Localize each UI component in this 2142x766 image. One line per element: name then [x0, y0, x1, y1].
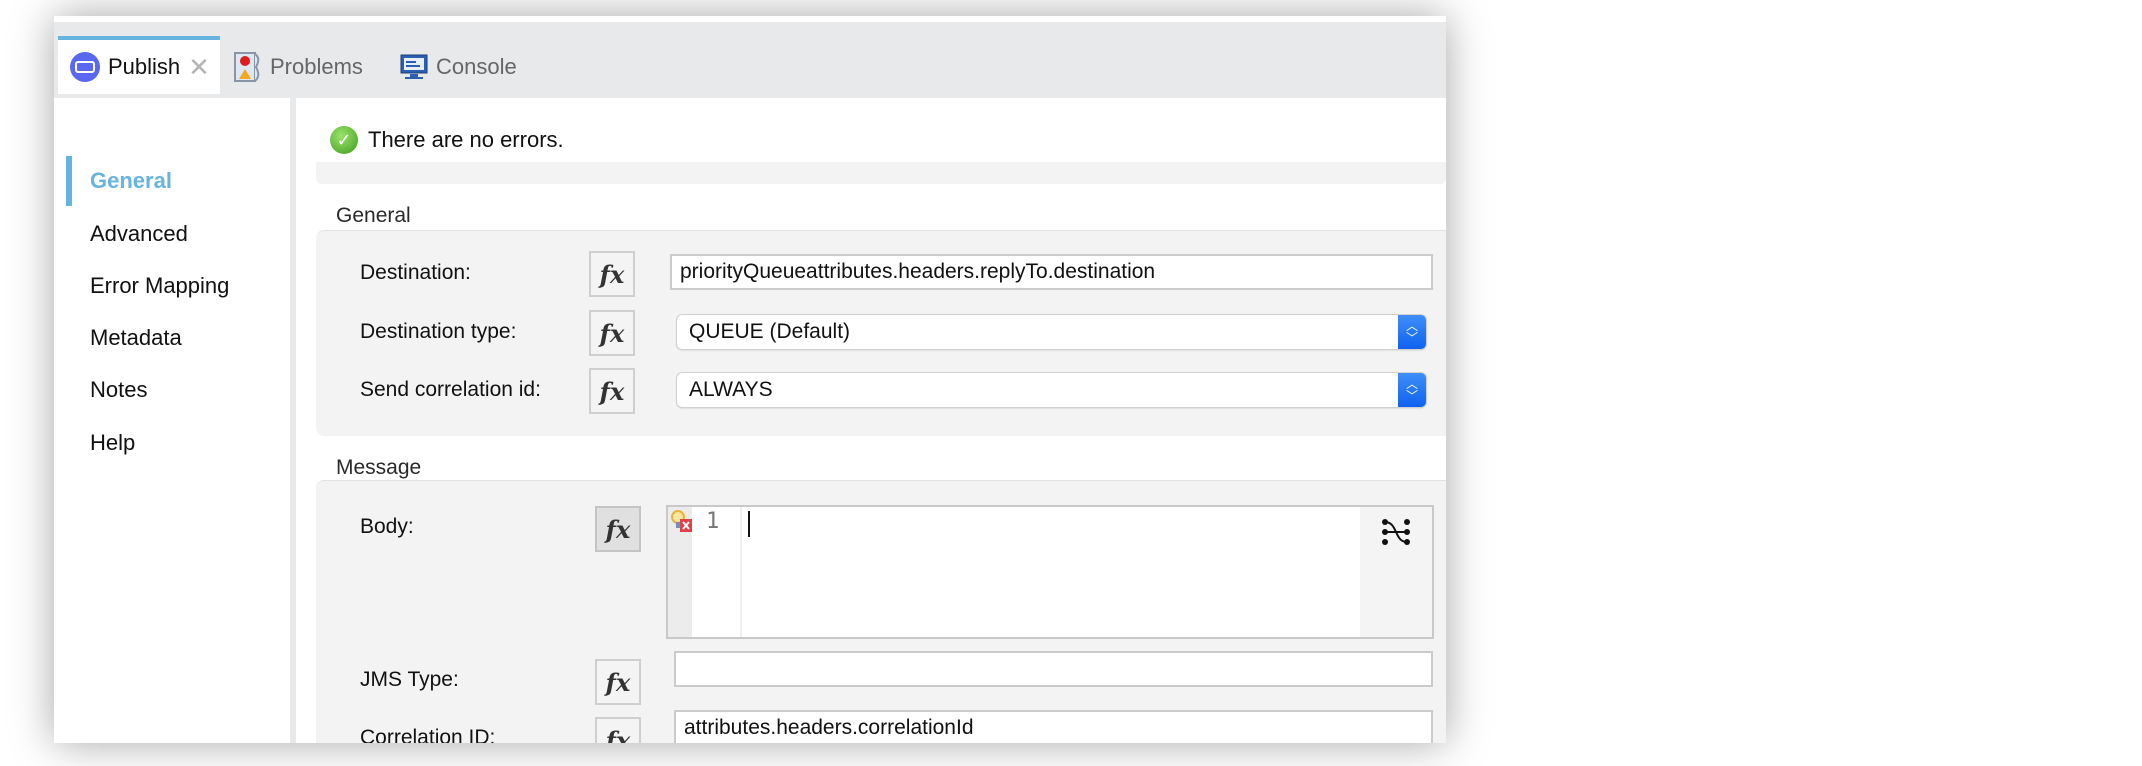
body-editor[interactable]: 1 [666, 505, 1434, 639]
send-correlation-id-select[interactable]: ALWAYS ︿ ﹀ [677, 373, 1426, 407]
nav-active-indicator [66, 156, 72, 206]
tab-console-label: Console [436, 54, 517, 79]
sidebar-item-help[interactable]: Help [90, 430, 135, 456]
body-fx-button[interactable]: fx [595, 506, 641, 552]
correlation-id-label: Correlation ID: [360, 726, 496, 743]
sidebar-item-notes[interactable]: Notes [90, 377, 147, 403]
tab-publish-label: Publish [108, 54, 181, 79]
tab-bar-top-strip [54, 16, 1446, 22]
message-group: Body: fx 1 JMS Type: fx Correlation ID: … [316, 480, 1446, 743]
destination-type-fx-button[interactable]: fx [589, 310, 635, 356]
destination-type-select[interactable]: QUEUE (Default) ︿ ﹀ [677, 315, 1426, 349]
send-correlation-id-label: Send correlation id: [360, 378, 541, 401]
destination-label: Destination: [360, 261, 471, 284]
section-title-message: Message [336, 456, 422, 479]
status-message: There are no errors. [368, 127, 564, 152]
destination-type-value: QUEUE (Default) [689, 320, 851, 343]
status-strip [316, 162, 1446, 184]
mapping-icon[interactable] [1378, 515, 1414, 551]
send-correlation-id-value: ALWAYS [689, 378, 773, 401]
sidebar-item-error-mapping[interactable]: Error Mapping [90, 273, 229, 299]
send-correlation-id-fx-button[interactable]: fx [589, 368, 635, 414]
tab-console[interactable]: Console [400, 36, 517, 98]
jms-type-input[interactable] [674, 651, 1433, 687]
console-icon [400, 54, 428, 79]
check-circle-icon: ✓ [330, 126, 358, 154]
section-title-general: General [336, 204, 411, 227]
publish-properties-window: Publish ✕ Problems Console General Advan… [54, 16, 1446, 743]
tab-problems-label: Problems [270, 54, 363, 79]
general-group: Destination: fx priorityQueueattributes.… [316, 230, 1446, 436]
destination-fx-button[interactable]: fx [589, 251, 635, 297]
body-label: Body: [360, 515, 414, 538]
sidebar-item-general[interactable]: General [90, 168, 172, 194]
editor-side-panel [1360, 507, 1432, 637]
sidebar-item-metadata[interactable]: Metadata [90, 325, 182, 351]
destination-input[interactable]: priorityQueueattributes.headers.replyTo.… [670, 254, 1433, 290]
tab-problems[interactable]: Problems [234, 36, 363, 98]
properties-content: ✓ There are no errors. General Destinati… [296, 98, 1446, 743]
validation-status: ✓ There are no errors. [330, 126, 564, 154]
quick-fix-error-icon [671, 510, 692, 532]
jms-type-label: JMS Type: [360, 668, 459, 691]
sidebar-item-advanced[interactable]: Advanced [90, 221, 188, 247]
correlation-id-input[interactable]: attributes.headers.correlationId [674, 710, 1433, 743]
destination-type-label: Destination type: [360, 320, 517, 343]
chevron-up-down-icon: ︿ ﹀ [1398, 373, 1426, 407]
problems-icon [234, 52, 260, 82]
chevron-up-down-icon: ︿ ﹀ [1398, 315, 1426, 349]
jms-type-fx-button[interactable]: fx [595, 659, 641, 705]
sidebar-nav: General Advanced Error Mapping Metadata … [58, 98, 290, 743]
tab-bar: Publish ✕ Problems Console [54, 16, 1446, 98]
tab-publish[interactable]: Publish ✕ [58, 36, 220, 94]
text-caret [748, 511, 750, 537]
correlation-id-fx-button[interactable]: fx [595, 717, 641, 743]
close-icon[interactable]: ✕ [188, 54, 210, 80]
publish-connector-icon [70, 52, 100, 82]
line-number: 1 [706, 509, 720, 534]
